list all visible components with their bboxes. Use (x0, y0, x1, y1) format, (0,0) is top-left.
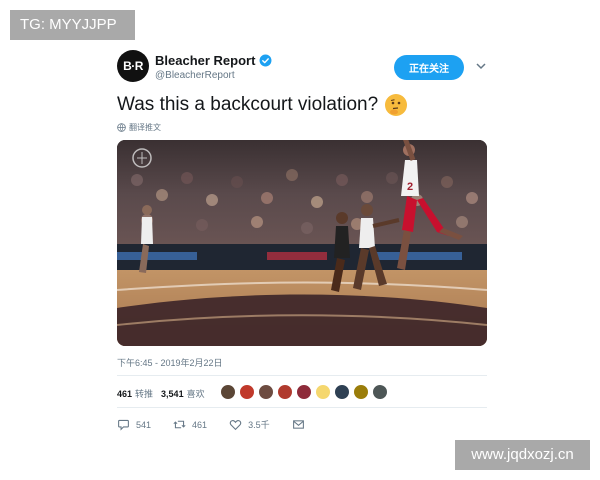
author-name[interactable]: Bleacher Report (155, 53, 255, 68)
following-button[interactable]: 正在关注 (394, 55, 464, 80)
retweet-icon (173, 420, 186, 429)
avatar[interactable]: B·R (117, 50, 149, 82)
author-handle[interactable]: @BleacherReport (155, 70, 235, 81)
translate-label: 翻译推文 (129, 123, 161, 132)
liker-avatar[interactable] (296, 384, 312, 400)
thinking-face-emoji (385, 94, 408, 116)
liker-avatar[interactable] (239, 384, 255, 400)
watermark-top: TG: MYYJJPP (10, 10, 135, 40)
liker-avatar[interactable] (334, 384, 350, 400)
tweet-text: Was this a backcourt violation? (117, 94, 408, 116)
divider (117, 375, 487, 376)
reply-icon (118, 419, 129, 431)
chevron-down-icon[interactable] (475, 60, 487, 72)
jersey-number: 2 (407, 181, 413, 193)
reply-count: 541 (136, 419, 152, 430)
liker-avatar[interactable] (220, 384, 236, 400)
envelope-icon (292, 420, 304, 429)
translate-link[interactable]: 翻译推文 (117, 122, 161, 133)
tweet-text-body: Was this a backcourt violation? (117, 94, 379, 115)
retweets-count[interactable]: 461 (117, 389, 132, 399)
like-count: 3.5千 (248, 420, 270, 430)
liker-avatar[interactable] (353, 384, 369, 400)
retweets-label[interactable]: 转推 (135, 387, 153, 400)
like-button[interactable]: 3.5千 (229, 418, 270, 431)
heart-icon (229, 420, 242, 431)
likes-label[interactable]: 喜欢 (187, 387, 205, 400)
tweet-video[interactable]: 2 (117, 140, 487, 346)
reply-button[interactable]: 541 (117, 418, 151, 431)
liker-avatar[interactable] (258, 384, 274, 400)
verified-badge-icon (259, 54, 272, 67)
divider (117, 407, 487, 408)
liker-avatar[interactable] (277, 384, 293, 400)
watermark-bottom: www.jqdxozj.cn (455, 440, 590, 470)
retweet-button[interactable]: 461 (173, 418, 207, 431)
liker-avatar[interactable] (315, 384, 331, 400)
globe-icon (117, 123, 126, 132)
direct-message-button[interactable] (292, 418, 311, 431)
tweet-timestamp[interactable]: 下午6:45 - 2019年2月22日 (117, 356, 223, 369)
liker-avatar[interactable] (372, 384, 388, 400)
likes-count[interactable]: 3,541 (161, 389, 184, 399)
liker-avatars (220, 384, 391, 400)
retweet-count: 461 (192, 419, 208, 430)
tweet-actions: 541 461 3.5千 (117, 418, 333, 431)
author-row: Bleacher Report (155, 53, 272, 68)
engagement-stats: 461 转推 3,541 喜欢 (117, 387, 213, 400)
